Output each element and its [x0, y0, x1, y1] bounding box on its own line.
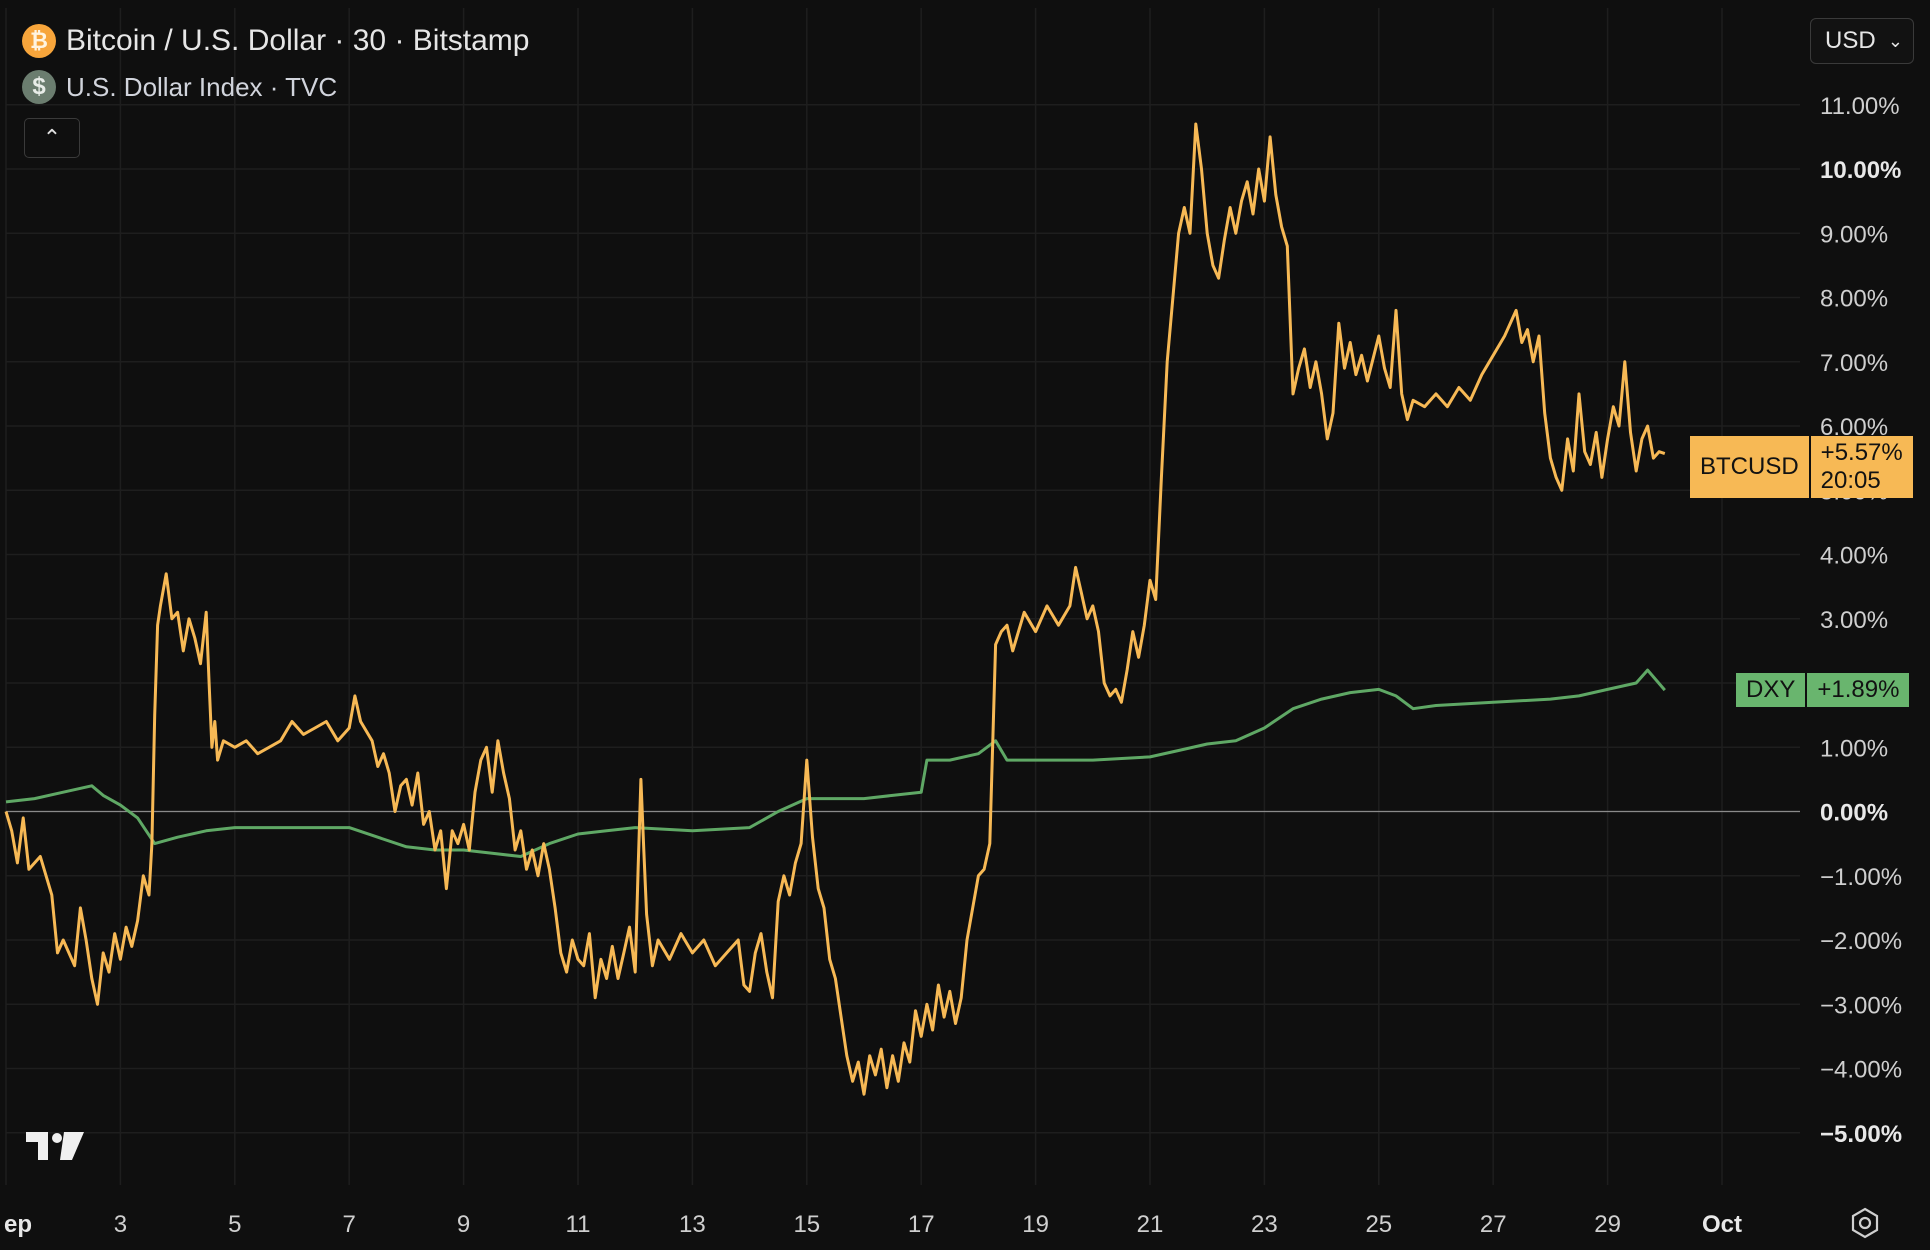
y-tick-label: −1.00%	[1820, 864, 1902, 891]
x-tick-label: 23	[1251, 1211, 1278, 1238]
x-tick-label: 17	[908, 1211, 935, 1238]
chevron-up-icon: ⌃	[42, 125, 62, 150]
y-tick-label: −2.00%	[1820, 928, 1902, 955]
x-tick-label: 27	[1480, 1211, 1507, 1238]
y-tick-label: 0.00%	[1820, 800, 1888, 827]
x-tick-label: Oct	[1702, 1211, 1742, 1238]
dxy-tag-value: +1.89%	[1805, 673, 1910, 707]
y-tick-label: 1.00%	[1820, 735, 1888, 762]
y-tick-label: −5.00%	[1820, 1121, 1902, 1148]
currency-select[interactable]: USD ⌄	[1810, 18, 1914, 64]
x-tick-label: 7	[343, 1211, 356, 1238]
compare-series-title: U.S. Dollar Index · TVC	[66, 71, 338, 102]
dxy-series-line	[5, 668, 1666, 858]
x-tick-label: 11	[566, 1211, 591, 1238]
x-tick-label: 5	[228, 1211, 241, 1238]
btc-tag-name: BTCUSD	[1690, 436, 1809, 498]
chart-legend: ₿ Bitcoin / U.S. Dollar · 30 · Bitstamp …	[22, 18, 529, 110]
x-tick-label: 19	[1022, 1211, 1049, 1238]
y-tick-label: 8.00%	[1820, 286, 1888, 313]
chart-settings-icon[interactable]	[1848, 1206, 1882, 1245]
x-tick-label: 13	[679, 1211, 706, 1238]
chevron-down-icon: ⌄	[1887, 30, 1903, 51]
x-tick-label: 21	[1137, 1211, 1164, 1238]
bitcoin-icon: ₿	[22, 24, 56, 58]
y-tick-label: 3.00%	[1820, 607, 1888, 634]
x-tick-label: 3	[114, 1211, 127, 1238]
x-tick-label: 25	[1365, 1211, 1392, 1238]
x-tick-label: 9	[457, 1211, 470, 1238]
chart-canvas[interactable]: 11.00%10.00%9.00%8.00%7.00%6.00%5.00%4.0…	[0, 0, 1930, 1250]
tradingview-logo-icon	[26, 1132, 88, 1167]
y-tick-label: 7.00%	[1820, 350, 1888, 377]
y-tick-label: 10.00%	[1820, 157, 1901, 184]
btc-tag-time: 20:05	[1820, 467, 1881, 494]
y-tick-label: 4.00%	[1820, 543, 1888, 570]
btc-price-tag: BTCUSD +5.57% 20:05	[1690, 436, 1913, 498]
btc-series-line	[4, 122, 1666, 1096]
collapse-legend-button[interactable]: ⌃	[24, 118, 80, 158]
dxy-price-tag: DXY +1.89%	[1736, 673, 1910, 707]
x-tick-label: 15	[793, 1211, 820, 1238]
dxy-tag-name: DXY	[1736, 673, 1806, 707]
x-tick-label: 29	[1594, 1211, 1621, 1238]
y-tick-label: −3.00%	[1820, 992, 1902, 1019]
legend-compare-series[interactable]: $ U.S. Dollar Index · TVC	[22, 64, 529, 110]
x-tick-label: ep	[4, 1211, 32, 1238]
legend-main-series[interactable]: ₿ Bitcoin / U.S. Dollar · 30 · Bitstamp	[22, 18, 529, 64]
y-tick-label: 11.00%	[1820, 93, 1900, 120]
currency-value: USD	[1825, 27, 1876, 54]
y-tick-label: −4.00%	[1820, 1057, 1902, 1084]
dollar-icon: $	[22, 70, 56, 104]
btc-tag-value: +5.57%	[1820, 439, 1903, 466]
y-tick-label: 9.00%	[1820, 221, 1888, 248]
main-series-title: Bitcoin / U.S. Dollar · 30 · Bitstamp	[66, 24, 530, 57]
